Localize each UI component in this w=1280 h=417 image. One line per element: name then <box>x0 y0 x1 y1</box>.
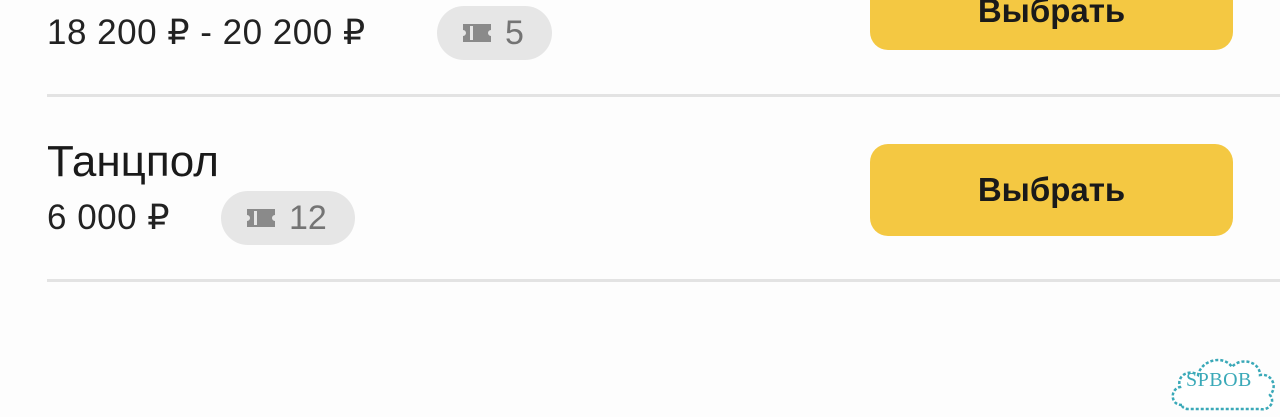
ticket-icon <box>245 207 277 229</box>
tickets-available-count: 5 <box>505 13 524 52</box>
select-button[interactable]: Выбрать <box>870 0 1233 50</box>
divider <box>47 279 1280 282</box>
ticket-category-row: 18 200 ₽ - 20 200 ₽ 5 Выбрать <box>0 0 1280 94</box>
ticket-price: 6 000 ₽ <box>47 198 171 237</box>
tickets-available-count: 12 <box>289 198 327 237</box>
watermark-logo: SPBOB <box>1168 345 1280 417</box>
ticket-icon <box>461 22 493 44</box>
watermark-text: SPBOB <box>1186 369 1252 391</box>
tickets-available-badge: 12 <box>221 191 355 245</box>
select-button[interactable]: Выбрать <box>870 144 1233 236</box>
ticket-category-row: Танцпол 6 000 ₽ 12 Выбрать <box>0 96 1280 280</box>
tickets-available-badge: 5 <box>437 6 552 60</box>
ticket-category-title: Танцпол <box>47 137 219 186</box>
ticket-price-range: 18 200 ₽ - 20 200 ₽ <box>47 13 366 52</box>
